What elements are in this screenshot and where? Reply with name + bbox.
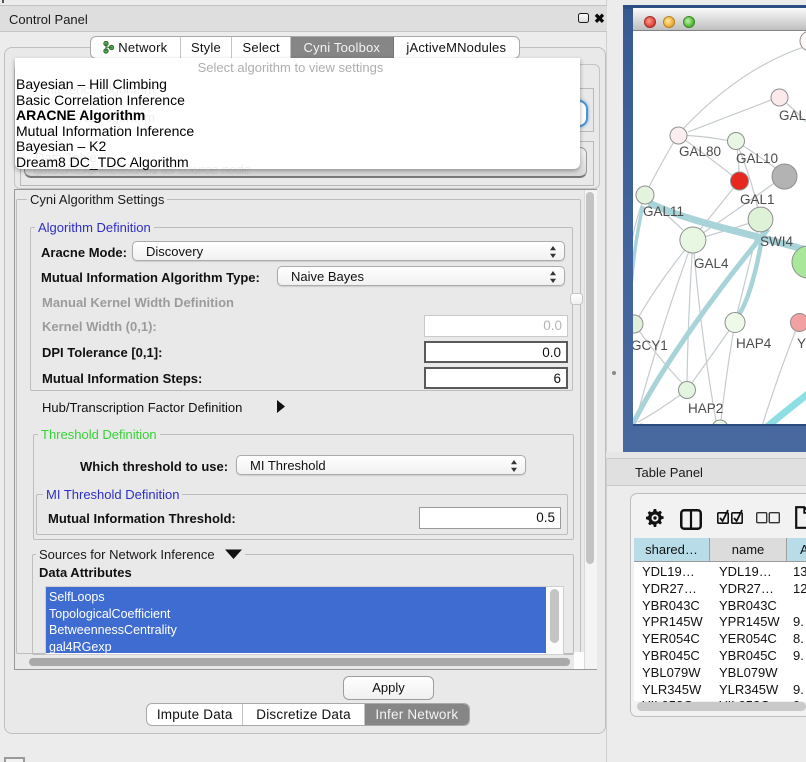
svg-text:GAL11: GAL11 bbox=[643, 204, 684, 219]
svg-text:HAP2: HAP2 bbox=[688, 401, 723, 416]
svg-text:GAL10: GAL10 bbox=[736, 151, 778, 166]
svg-text:YEL: YEL bbox=[797, 336, 806, 351]
svg-text:HAP4: HAP4 bbox=[736, 336, 772, 351]
svg-text:GCY1: GCY1 bbox=[633, 338, 668, 353]
svg-text:GAL7: GAL7 bbox=[779, 108, 806, 123]
svg-text:SWI4: SWI4 bbox=[760, 234, 793, 249]
svg-text:GAL4: GAL4 bbox=[694, 256, 729, 271]
svg-text:GAL80: GAL80 bbox=[679, 144, 721, 159]
svg-text:GAL1: GAL1 bbox=[740, 192, 775, 207]
